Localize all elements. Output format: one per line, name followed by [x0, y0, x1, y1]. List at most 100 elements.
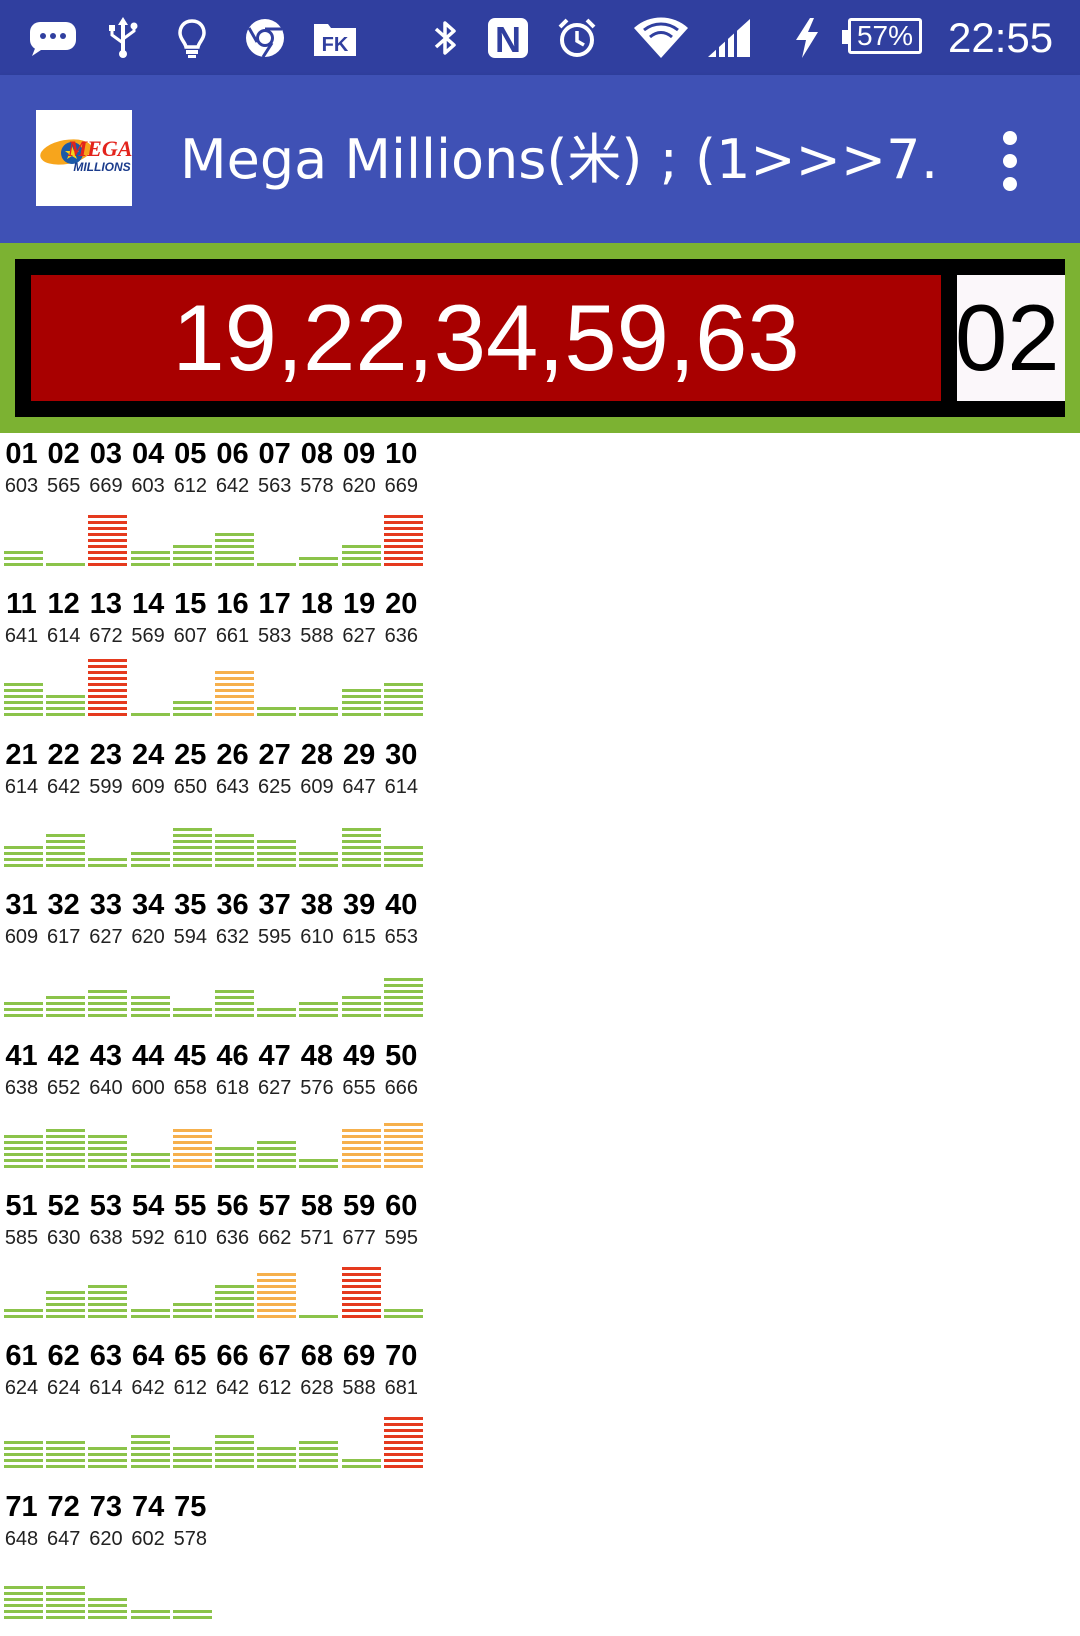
number-cell: 57 662: [253, 1185, 297, 1335]
frequency-bar: [383, 515, 423, 569]
ball-number: 22: [47, 738, 80, 771]
frequency-bar: [88, 857, 128, 870]
more-vert-icon[interactable]: [990, 129, 1030, 193]
bluetooth-icon: [432, 18, 460, 58]
number-cell: 32 617: [42, 884, 86, 1034]
logo-text-top: MEGA: [67, 136, 132, 161]
draw-count: 625: [258, 775, 292, 798]
frequency-bar: [130, 1152, 170, 1171]
mega-millions-logo: MEGA MILLIONS: [36, 110, 132, 206]
number-cell: 21 614: [0, 734, 43, 884]
draw-count: 666: [384, 1076, 418, 1099]
number-cell: 56 636: [211, 1185, 254, 1335]
nfc-icon: N: [486, 18, 530, 60]
ball-number: 20: [385, 588, 418, 621]
number-cell: 49 655: [338, 1035, 381, 1185]
number-cell: 14 569: [127, 583, 170, 733]
draw-count: 599: [89, 775, 123, 798]
frequency-bar: [130, 1309, 170, 1321]
frequency-bar: [172, 1303, 212, 1321]
draw-count: 647: [47, 1527, 81, 1550]
frequency-bar: [4, 551, 43, 569]
frequency-bar: [88, 990, 128, 1021]
number-cell: 12 614: [42, 583, 86, 733]
draw-count: 627: [342, 625, 376, 648]
status-bar: FK N 57% 22:55: [0, 0, 1080, 75]
ball-number: 15: [174, 588, 207, 621]
frequency-bar: [130, 1609, 170, 1622]
ball-number: 39: [342, 889, 376, 922]
ball-number: 06: [216, 438, 249, 470]
draw-count: 603: [4, 475, 39, 497]
draw-count: 655: [342, 1076, 376, 1099]
draw-count: 565: [47, 475, 81, 497]
number-cell: 58 571: [295, 1185, 339, 1335]
ball-number: 09: [342, 438, 376, 470]
frequency-bar: [46, 1128, 86, 1171]
draw-count: 602: [131, 1527, 165, 1550]
ball-number: 33: [89, 889, 123, 922]
draw-count: 617: [47, 926, 81, 949]
ball-number: 11: [6, 588, 37, 621]
number-cell: 43 640: [84, 1035, 128, 1185]
frequency-bar: [46, 1585, 86, 1622]
number-cell: 61 624: [0, 1335, 43, 1485]
ball-number: 18: [300, 588, 334, 621]
draw-count: 612: [258, 1377, 292, 1400]
number-cell: 06 642: [211, 433, 254, 583]
frequency-bar: [4, 683, 43, 720]
frequency-bar: [46, 833, 86, 870]
draw-count: 563: [258, 475, 292, 497]
number-cell: 52 630: [42, 1185, 86, 1335]
draw-count: 609: [300, 775, 334, 798]
frequency-bar: [130, 851, 170, 870]
draw-count: 630: [47, 1227, 81, 1249]
number-cell: 08 578: [295, 433, 339, 583]
number-cell: 45 658: [169, 1035, 212, 1185]
draw-count: 595: [384, 1227, 418, 1249]
ball-number: 02: [47, 438, 80, 470]
charging-icon: [794, 18, 820, 58]
draw-count: 643: [215, 775, 250, 798]
number-cell: 16 661: [211, 583, 254, 733]
ball-number: 32: [47, 889, 80, 922]
frequency-bar: [172, 1128, 212, 1171]
ball-number: 71: [5, 1490, 38, 1523]
ball-number: 49: [342, 1039, 376, 1072]
draw-count: 620: [89, 1527, 123, 1550]
frequency-bar: [383, 1417, 423, 1472]
number-cell: 53 638: [84, 1185, 128, 1335]
ball-number: 01: [5, 438, 38, 470]
ball-number: 66: [216, 1340, 249, 1373]
ball-number: 51: [5, 1190, 38, 1222]
ball-number: 23: [89, 738, 123, 771]
frequency-bar: [46, 996, 86, 1021]
number-cell: 68 628: [295, 1335, 339, 1485]
ball-number: 07: [258, 438, 291, 470]
frequency-bar: [299, 1002, 339, 1021]
frequency-bar: [299, 851, 339, 870]
frequency-bar: [46, 563, 86, 569]
frequency-bar: [257, 707, 297, 720]
ball-number: 24: [131, 738, 165, 771]
frequency-bar: [383, 978, 423, 1021]
draw-count: 677: [342, 1227, 376, 1249]
number-cell: 23 599: [84, 734, 128, 884]
number-cell: 17 583: [253, 583, 297, 733]
frequency-bar: [341, 689, 381, 720]
ball-number: 13: [89, 588, 123, 621]
frequency-bar: [299, 707, 339, 720]
status-time: 22:55: [948, 14, 1054, 61]
draw-count: 624: [4, 1377, 39, 1400]
ball-number: 41: [5, 1039, 38, 1072]
number-cell: 50 666: [380, 1035, 423, 1185]
draw-count: 614: [4, 775, 39, 798]
frequency-bar: [257, 1273, 297, 1321]
number-cell: 70 681: [380, 1335, 423, 1485]
number-cell: 36 632: [211, 884, 254, 1034]
ball-number: 26: [216, 738, 249, 771]
draw-count: 578: [300, 475, 334, 497]
app-icon: FK: [312, 18, 358, 58]
number-cell: 37 595: [253, 884, 297, 1034]
ball-number: 29: [342, 738, 376, 771]
